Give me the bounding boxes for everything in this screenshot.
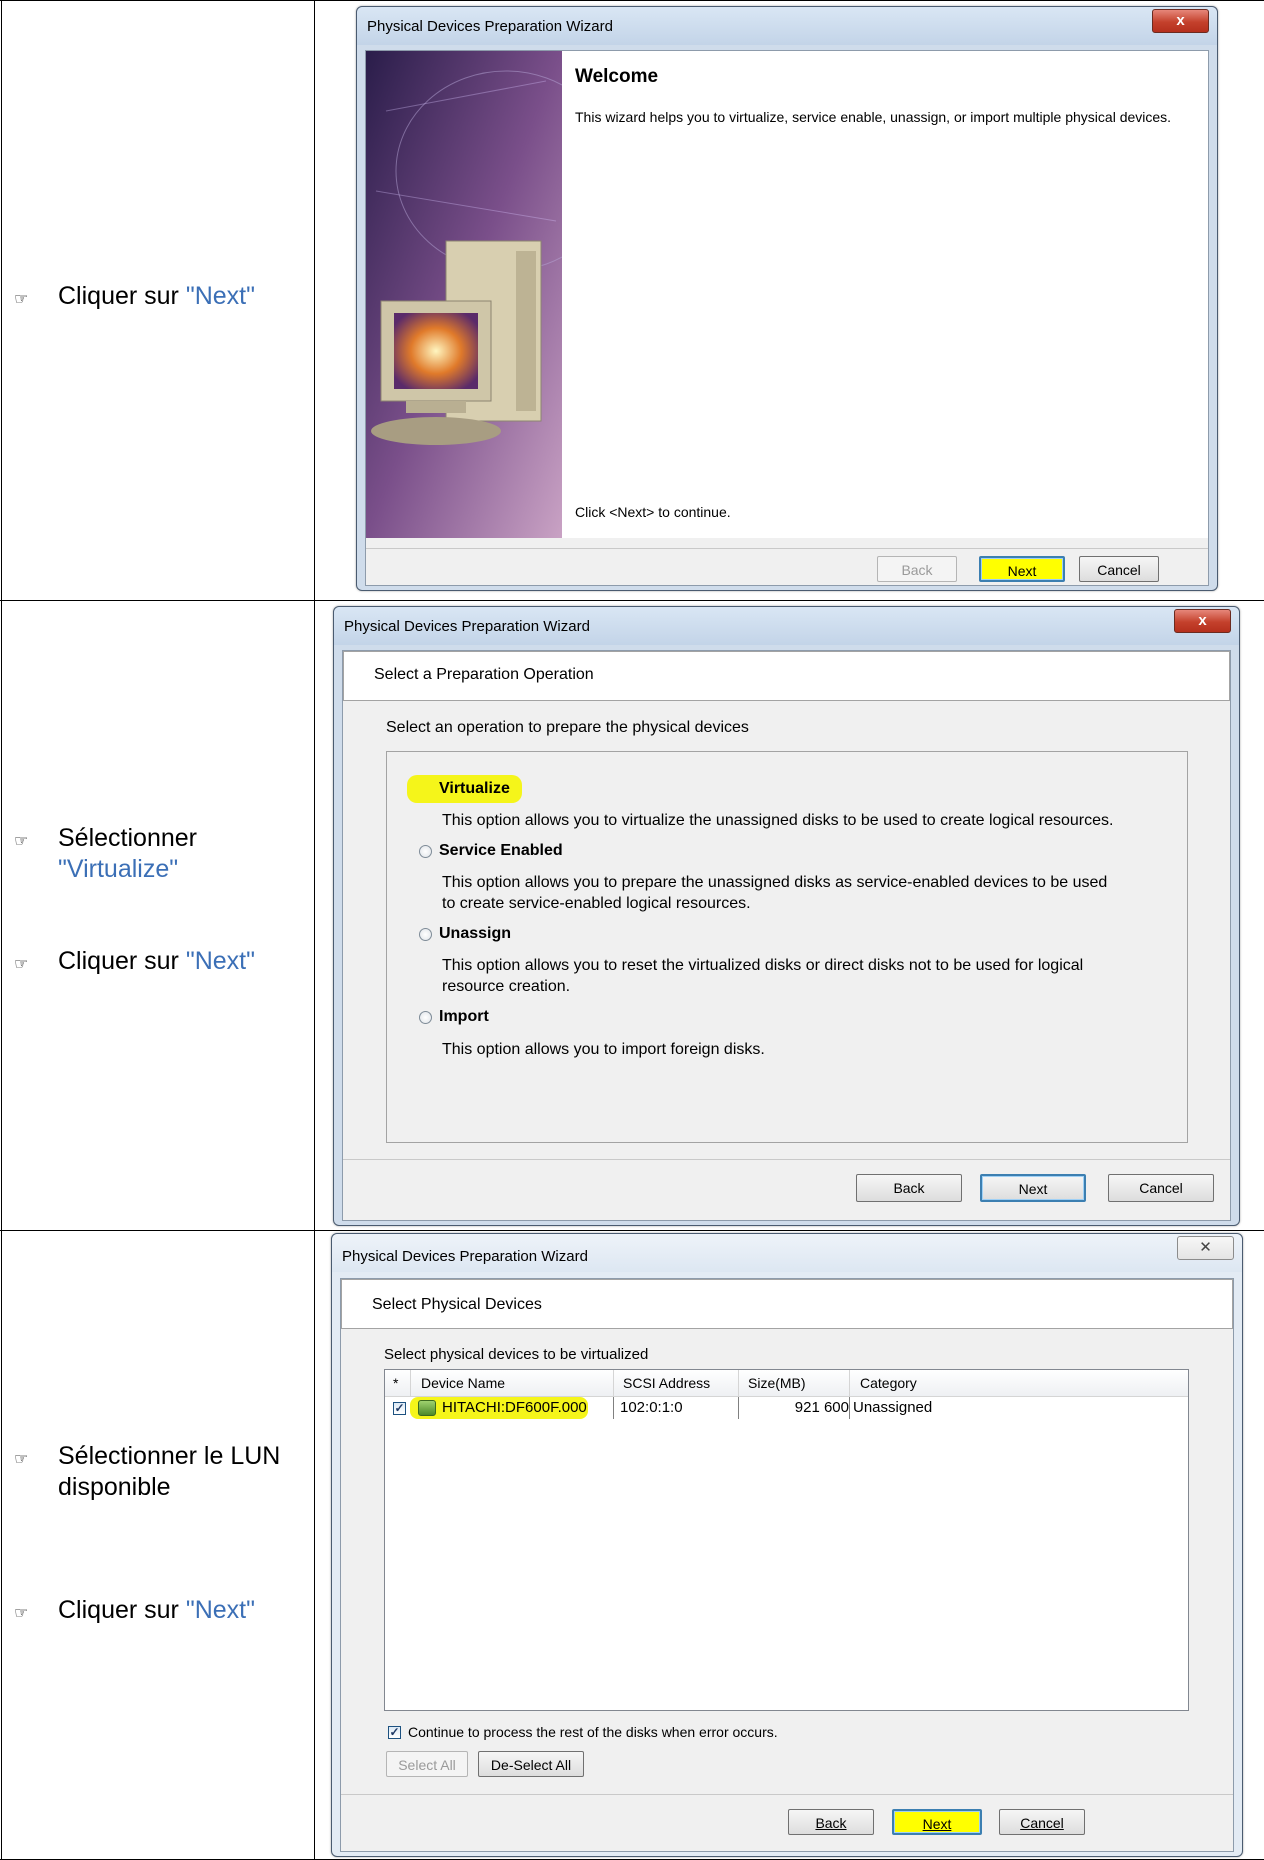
title-bar[interactable]: Physical Devices Preparation Wizard ✕ xyxy=(332,1234,1242,1272)
option-label[interactable]: Service Enabled xyxy=(439,842,563,860)
wizard-header: Select a Preparation Operation xyxy=(343,651,1230,701)
window-title: Physical Devices Preparation Wizard xyxy=(367,18,613,35)
close-button[interactable]: ✕ xyxy=(1177,1236,1234,1260)
wizard-header: Select Physical Devices xyxy=(341,1279,1233,1329)
operation-group: Virtualize This option allows you to vir… xyxy=(386,751,1188,1143)
computer-artwork-icon xyxy=(366,51,562,538)
option-label[interactable]: Virtualize xyxy=(407,775,522,803)
pointing-hand-icon: ☞ xyxy=(14,954,29,973)
category-cell: Unassigned xyxy=(853,1399,933,1416)
pointing-hand-icon: ☞ xyxy=(14,1449,29,1468)
close-button[interactable]: x xyxy=(1174,609,1231,633)
scsi-address-cell: 102:0:1:0 xyxy=(620,1399,683,1416)
wizard-banner-image xyxy=(366,51,562,538)
page-title: Select Physical Devices xyxy=(372,1296,542,1313)
title-bar[interactable]: Physical Devices Preparation Wizard x xyxy=(357,7,1217,45)
column-header[interactable]: Device Name xyxy=(421,1375,505,1391)
back-button[interactable]: Back xyxy=(788,1809,874,1835)
radio-import[interactable] xyxy=(419,1011,432,1024)
select-all-button[interactable]: Select All xyxy=(386,1751,468,1777)
devices-prompt: Select physical devices to be virtualize… xyxy=(384,1346,649,1363)
continue-on-error-checkbox[interactable]: ✓ xyxy=(388,1726,401,1739)
cancel-button[interactable]: Cancel xyxy=(1079,556,1159,582)
next-button[interactable]: Next xyxy=(979,556,1065,582)
page-title: Welcome xyxy=(575,66,659,87)
continue-on-error-label[interactable]: Continue to process the rest of the disk… xyxy=(408,1724,778,1740)
pointing-hand-icon: ☞ xyxy=(14,289,29,308)
radio-unassign[interactable] xyxy=(419,928,432,941)
close-button[interactable]: x xyxy=(1152,9,1209,33)
option-description: This option allows you to import foreign… xyxy=(442,1041,765,1058)
column-header[interactable]: * xyxy=(393,1375,398,1391)
next-button[interactable]: Next xyxy=(980,1174,1086,1202)
next-button[interactable]: Next xyxy=(892,1809,982,1835)
column-header[interactable]: Category xyxy=(860,1375,917,1391)
table-header: * Device Name SCSI Address Size(MB) Cate… xyxy=(385,1370,1188,1397)
option-description: This option allows you to prepare the un… xyxy=(442,874,1108,912)
cancel-button[interactable]: Cancel xyxy=(999,1809,1085,1835)
wizard-body: Select Physical Devices Select physical … xyxy=(340,1278,1234,1852)
back-button[interactable]: Back xyxy=(877,556,957,582)
table-row: ☞ Sélectionner "Virtualize" ☞ Cliquer su… xyxy=(0,600,1264,1231)
pointing-hand-icon: ☞ xyxy=(14,1603,29,1622)
option-description: This option allows you to reset the virt… xyxy=(442,957,1084,995)
column-header[interactable]: SCSI Address xyxy=(623,1375,710,1391)
size-cell: 921 600 xyxy=(794,1399,849,1416)
devices-table: * Device Name SCSI Address Size(MB) Cate… xyxy=(384,1369,1189,1711)
page-title: Select a Preparation Operation xyxy=(374,666,594,683)
operation-prompt: Select an operation to prepare the physi… xyxy=(386,719,749,736)
wizard-body: Welcome This wizard helps you to virtual… xyxy=(365,50,1209,586)
radio-service-enabled[interactable] xyxy=(419,845,432,858)
wizard-description: This wizard helps you to virtualize, ser… xyxy=(575,109,1172,125)
pointing-hand-icon: ☞ xyxy=(14,831,29,850)
wizard-window-operation: Physical Devices Preparation Wizard x Se… xyxy=(333,606,1240,1226)
wizard-body: Select a Preparation Operation Select an… xyxy=(342,650,1231,1221)
wizard-window-welcome: Physical Devices Preparation Wizard x We… xyxy=(356,6,1218,591)
title-bar[interactable]: Physical Devices Preparation Wizard x xyxy=(334,607,1239,645)
window-title: Physical Devices Preparation Wizard xyxy=(344,618,590,635)
cancel-button[interactable]: Cancel xyxy=(1108,1174,1214,1202)
disk-icon xyxy=(418,1400,436,1416)
option-label[interactable]: Import xyxy=(439,1008,489,1026)
window-title: Physical Devices Preparation Wizard xyxy=(342,1248,588,1265)
table-row: ☞ Sélectionner le LUN disponible ☞ Cliqu… xyxy=(0,1230,1264,1860)
back-button[interactable]: Back xyxy=(856,1174,962,1202)
table-row: ☞ Cliquer sur "Next" Physical Devices Pr… xyxy=(0,0,1264,601)
device-name-cell[interactable]: HITACHI:DF600F.000 xyxy=(410,1397,588,1419)
instruction-table: ☞ Cliquer sur "Next" Physical Devices Pr… xyxy=(0,0,1264,1860)
deselect-all-button[interactable]: De-Select All xyxy=(478,1751,584,1777)
continue-hint: Click <Next> to continue. xyxy=(575,504,731,520)
option-label[interactable]: Unassign xyxy=(439,925,511,943)
welcome-pane: Welcome This wizard helps you to virtual… xyxy=(562,51,1208,538)
wizard-window-devices: Physical Devices Preparation Wizard ✕ Se… xyxy=(331,1233,1243,1857)
row-checkbox[interactable]: ✓ xyxy=(393,1402,406,1415)
column-header[interactable]: Size(MB) xyxy=(748,1375,806,1391)
option-description: This option allows you to virtualize the… xyxy=(442,812,1114,829)
table-row[interactable]: ✓ HITACHI:DF600F.000 102:0:1:0 921 600 U… xyxy=(385,1397,1188,1421)
